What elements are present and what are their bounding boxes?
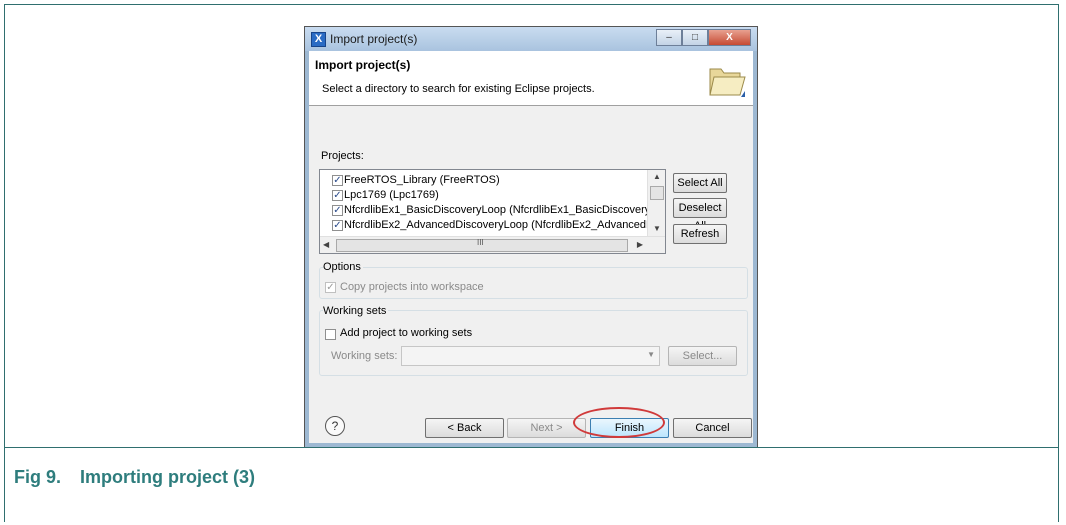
scroll-down-icon[interactable]: ▼ xyxy=(653,224,661,233)
folder-icon xyxy=(709,68,746,97)
select-all-button[interactable]: Select All xyxy=(673,173,727,193)
add-to-working-sets-checkbox[interactable] xyxy=(325,329,336,340)
help-icon[interactable]: ? xyxy=(325,416,345,436)
close-button[interactable]: X xyxy=(708,29,751,46)
refresh-button[interactable]: Refresh xyxy=(673,224,727,244)
working-sets-combo[interactable]: ▼ xyxy=(401,346,660,366)
project-item[interactable]: FreeRTOS_Library (FreeRTOS) xyxy=(344,173,648,188)
scroll-right-icon[interactable]: ▶ xyxy=(637,240,643,249)
cancel-button[interactable]: Cancel xyxy=(673,418,752,438)
project-checkbox[interactable]: ✓ xyxy=(332,175,343,186)
finish-highlight-circle xyxy=(573,407,665,438)
window-title: Import project(s) xyxy=(330,32,418,46)
scroll-left-icon[interactable]: ◀ xyxy=(323,240,329,249)
horizontal-scroll-thumb[interactable]: III xyxy=(336,238,628,252)
caption-divider xyxy=(4,447,1058,448)
figure-caption: Fig 9. Importing project (3) xyxy=(14,467,255,488)
vertical-scrollbar[interactable]: ▲ ▼ xyxy=(647,170,665,238)
scroll-up-icon[interactable]: ▲ xyxy=(653,172,661,181)
project-checkbox[interactable]: ✓ xyxy=(332,205,343,216)
back-button[interactable]: < Back xyxy=(425,418,504,438)
projects-label: Projects: xyxy=(321,150,364,162)
project-checkbox[interactable]: ✓ xyxy=(332,190,343,201)
copy-projects-label: Copy projects into workspace xyxy=(340,281,484,293)
import-dialog: X Import project(s) – □ X Import project… xyxy=(304,26,758,448)
working-sets-label: Working sets xyxy=(323,305,389,317)
title-bar[interactable]: X Import project(s) – □ X xyxy=(305,27,757,51)
figure-title: Importing project (3) xyxy=(80,467,255,487)
vertical-scroll-thumb[interactable] xyxy=(650,186,664,200)
scroll-grip: III xyxy=(477,238,484,247)
working-sets-group xyxy=(319,310,748,376)
options-label: Options xyxy=(323,261,363,273)
working-sets-field-label: Working sets: xyxy=(331,350,398,362)
project-item[interactable]: NfcrdlibEx2_AdvancedDiscoveryLoop (Nfcrd… xyxy=(344,218,648,233)
project-checkbox[interactable]: ✓ xyxy=(332,220,343,231)
deselect-all-button[interactable]: Deselect All xyxy=(673,198,727,232)
chevron-down-icon: ▼ xyxy=(647,350,655,359)
dialog-body: Import project(s) Select a directory to … xyxy=(309,51,753,443)
wizard-header: Import project(s) Select a directory to … xyxy=(309,51,753,106)
figure-number: Fig 9. xyxy=(14,467,62,487)
add-to-working-sets-label: Add project to working sets xyxy=(340,327,473,339)
horizontal-scrollbar[interactable]: ◀ III ▶ xyxy=(320,236,665,253)
project-item[interactable]: NfcrdlibEx1_BasicDiscoveryLoop (Nfcrdlib… xyxy=(344,203,648,218)
header-description: Select a directory to search for existin… xyxy=(322,83,595,95)
minimize-button[interactable]: – xyxy=(656,29,682,46)
app-icon: X xyxy=(311,32,326,47)
project-item[interactable]: Lpc1769 (Lpc1769) xyxy=(344,188,648,203)
select-working-sets-button[interactable]: Select... xyxy=(668,346,737,366)
copy-checkbox[interactable]: ✓ xyxy=(325,282,336,293)
maximize-button[interactable]: □ xyxy=(682,29,708,46)
projects-list[interactable]: ✓ FreeRTOS_Library (FreeRTOS) ✓ Lpc1769 … xyxy=(319,169,666,254)
header-title: Import project(s) xyxy=(315,58,411,72)
